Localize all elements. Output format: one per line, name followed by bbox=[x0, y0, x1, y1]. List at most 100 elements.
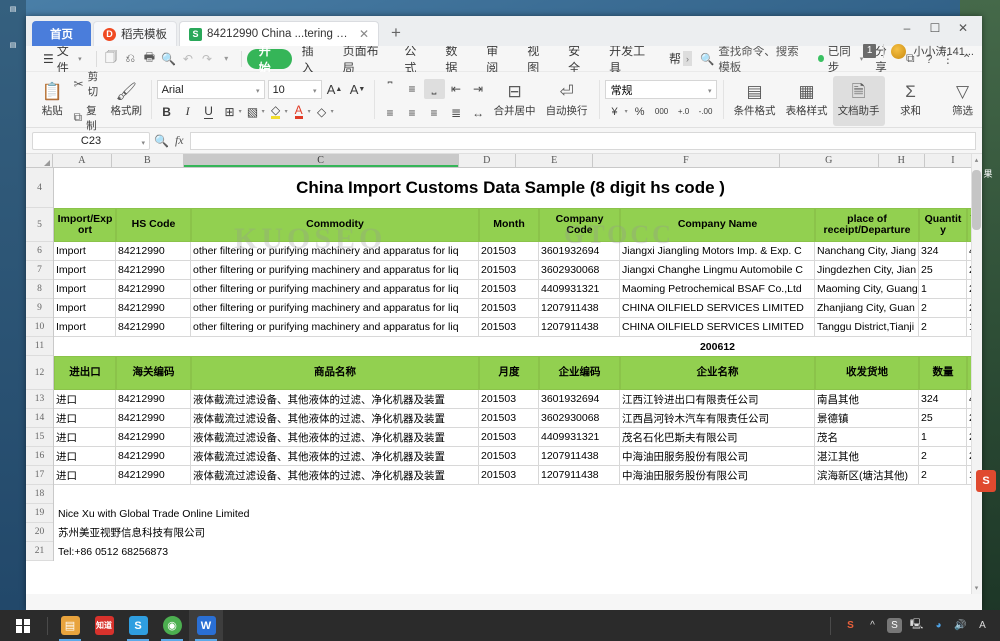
cell-style-icon[interactable]: ▧ bbox=[243, 102, 263, 121]
header-cn-commodity[interactable]: 商品名称 bbox=[191, 356, 479, 390]
tab-docer-template[interactable]: D 稻壳模板 bbox=[93, 21, 177, 46]
cell-footer-1[interactable]: Nice Xu with Global Trade Online Limited bbox=[54, 504, 967, 523]
column-header-e[interactable]: E bbox=[515, 154, 594, 167]
header-cn-company-name[interactable]: 企业名称 bbox=[620, 356, 815, 390]
name-box[interactable]: C23 ▾ bbox=[32, 131, 150, 150]
maximize-icon[interactable]: ☐ bbox=[922, 18, 948, 38]
search-command-box[interactable]: 🔍 查找命令、搜索模板 bbox=[692, 43, 812, 75]
ribbon-tab-insert[interactable]: 插入 bbox=[292, 44, 333, 75]
close-tab-icon[interactable]: ✕ bbox=[359, 27, 369, 41]
header-cn-import-export[interactable]: 进出口 bbox=[54, 356, 116, 390]
percent-format-icon[interactable]: % bbox=[630, 102, 650, 121]
sync-status[interactable]: 已同步 ▾ bbox=[812, 43, 869, 75]
cell-company-code[interactable]: 4409931321 bbox=[539, 280, 620, 299]
ribbon-tab-start[interactable]: 开始 bbox=[246, 44, 292, 75]
currency-format-icon[interactable]: ¥ bbox=[605, 102, 625, 121]
header-import-export[interactable]: Import/Export bbox=[54, 208, 116, 242]
cell-cn-company-name[interactable]: 江西昌河铃木汽车有限责任公司 bbox=[620, 409, 815, 428]
row-header-6[interactable]: 6 bbox=[26, 242, 53, 261]
cell-cn-company-code[interactable]: 1207911438 bbox=[539, 466, 620, 485]
taskbar-item-video-app[interactable]: 知道 bbox=[87, 610, 121, 641]
print-preview-icon[interactable]: ⎌ bbox=[121, 49, 140, 69]
cell-import-export[interactable]: Import bbox=[54, 318, 116, 337]
font-color-icon[interactable]: A bbox=[289, 102, 309, 121]
cell-cn-import-export[interactable]: 进口 bbox=[54, 447, 116, 466]
cell-period-value[interactable]: 200612 bbox=[620, 337, 815, 356]
merge-center-button[interactable]: ⊟ 合并居中 bbox=[489, 76, 541, 126]
cell-month[interactable]: 201503 bbox=[479, 242, 539, 261]
borders-icon[interactable]: ⊞ bbox=[220, 102, 240, 121]
justify-icon[interactable]: ≣ bbox=[446, 103, 467, 123]
column-header-h[interactable]: H bbox=[878, 154, 925, 167]
cell-import-export[interactable]: Import bbox=[54, 242, 116, 261]
cell-empty[interactable] bbox=[54, 485, 967, 504]
tray-network-icon[interactable]: 🖳 bbox=[909, 618, 924, 633]
taskbar-item-file-explorer[interactable]: ▤ bbox=[53, 610, 87, 641]
tray-wps-icon[interactable]: S bbox=[843, 618, 858, 633]
cell-cn-company-name[interactable]: 中海油田服务股份有限公司 bbox=[620, 447, 815, 466]
header-hs-code[interactable]: HS Code bbox=[116, 208, 191, 242]
cell-place[interactable]: Maoming City, Guang bbox=[815, 280, 919, 299]
redo-icon[interactable]: ↷ bbox=[197, 49, 216, 69]
text-orientation-icon[interactable]: ↔ bbox=[468, 103, 489, 123]
cell-cn-company-name[interactable]: 中海油田服务股份有限公司 bbox=[620, 466, 815, 485]
minimize-icon[interactable]: – bbox=[894, 18, 920, 38]
cell-cn-place[interactable]: 茂名 bbox=[815, 428, 919, 447]
cell-cn-hs-code[interactable]: 84212990 bbox=[116, 409, 191, 428]
desktop-icon-folder[interactable]: ▤ bbox=[3, 42, 23, 50]
italic-button[interactable]: I bbox=[178, 102, 198, 121]
comma-format-icon[interactable]: 000 bbox=[652, 102, 672, 121]
ribbon-tab-help[interactable]: 帮 bbox=[661, 49, 683, 69]
notification-badge[interactable]: 1 bbox=[862, 44, 877, 58]
number-format-select[interactable]: 常规 ▾ bbox=[604, 80, 717, 99]
column-header-c[interactable]: C bbox=[183, 154, 459, 167]
table-style-button[interactable]: ▦ 表格样式 bbox=[781, 76, 833, 126]
cell-cn-commodity[interactable]: 液体截流过滤设备、其他液体的过滤、净化机器及装置 bbox=[191, 390, 479, 409]
cell-cn-company-code[interactable]: 4409931321 bbox=[539, 428, 620, 447]
column-header-b[interactable]: B bbox=[112, 154, 184, 167]
start-button[interactable] bbox=[4, 610, 42, 641]
print-icon[interactable]: 🖶 bbox=[140, 49, 159, 69]
cell-cn-commodity[interactable]: 液体截流过滤设备、其他液体的过滤、净化机器及装置 bbox=[191, 447, 479, 466]
taskbar-item-browser[interactable]: ◉ bbox=[155, 610, 189, 641]
cut-button[interactable]: ✂ 剪切 bbox=[71, 69, 109, 99]
cell-cn-commodity[interactable]: 液体截流过滤设备、其他液体的过滤、净化机器及装置 bbox=[191, 409, 479, 428]
cell-cn-quantity[interactable]: 2 bbox=[919, 447, 967, 466]
cell-cn-month[interactable]: 201503 bbox=[479, 428, 539, 447]
header-cn-hs-code[interactable]: 海关编码 bbox=[116, 356, 191, 390]
cell-cn-month[interactable]: 201503 bbox=[479, 466, 539, 485]
row-header-12[interactable]: 12 bbox=[26, 356, 53, 390]
cell-cn-company-code[interactable]: 3601932694 bbox=[539, 390, 620, 409]
taskbar-item-wps-writer[interactable]: W bbox=[189, 610, 223, 641]
header-company-name[interactable]: Company Name bbox=[620, 208, 815, 242]
cell-hs-code[interactable]: 84212990 bbox=[116, 318, 191, 337]
cell-cn-import-export[interactable]: 进口 bbox=[54, 390, 116, 409]
account-name[interactable]: 小小涛141... bbox=[913, 43, 974, 59]
find-icon[interactable]: 🔍 bbox=[159, 49, 178, 69]
cell-cn-import-export[interactable]: 进口 bbox=[54, 466, 116, 485]
row-header-5[interactable]: 5 bbox=[26, 208, 53, 242]
cell-cn-hs-code[interactable]: 84212990 bbox=[116, 466, 191, 485]
header-cn-company-code[interactable]: 企业编码 bbox=[539, 356, 620, 390]
cell-cn-import-export[interactable]: 进口 bbox=[54, 428, 116, 447]
row-header-20[interactable]: 20 bbox=[26, 523, 53, 542]
cell-quantity[interactable]: 324 bbox=[919, 242, 967, 261]
tray-sogou-icon[interactable]: S bbox=[887, 618, 902, 633]
cell-company-code[interactable]: 3602930068 bbox=[539, 261, 620, 280]
row-header-15[interactable]: 15 bbox=[26, 428, 53, 447]
increase-decimal-icon[interactable]: +.0 bbox=[674, 102, 694, 121]
clear-format-icon[interactable]: ◇ bbox=[312, 102, 332, 121]
cell-month[interactable]: 201503 bbox=[479, 318, 539, 337]
cell-month[interactable]: 201503 bbox=[479, 280, 539, 299]
tray-language-icon[interactable]: A bbox=[975, 618, 990, 633]
cell-footer-3[interactable]: Tel:+86 0512 68256873 bbox=[54, 542, 967, 561]
vertical-scrollbar[interactable]: ▴ ▾ bbox=[971, 154, 982, 594]
font-family-select[interactable]: Arial ▾ bbox=[156, 80, 265, 99]
cell-commodity[interactable]: other filtering or purifying machinery a… bbox=[191, 318, 479, 337]
cell-quantity[interactable]: 25 bbox=[919, 261, 967, 280]
select-all-corner[interactable] bbox=[26, 154, 53, 167]
row-header-7[interactable]: 7 bbox=[26, 261, 53, 280]
taskbar-item-wps-spreadsheet[interactable]: S bbox=[121, 610, 155, 641]
paste-button[interactable]: 📋 粘贴 bbox=[34, 76, 71, 126]
cell-cn-month[interactable]: 201503 bbox=[479, 409, 539, 428]
